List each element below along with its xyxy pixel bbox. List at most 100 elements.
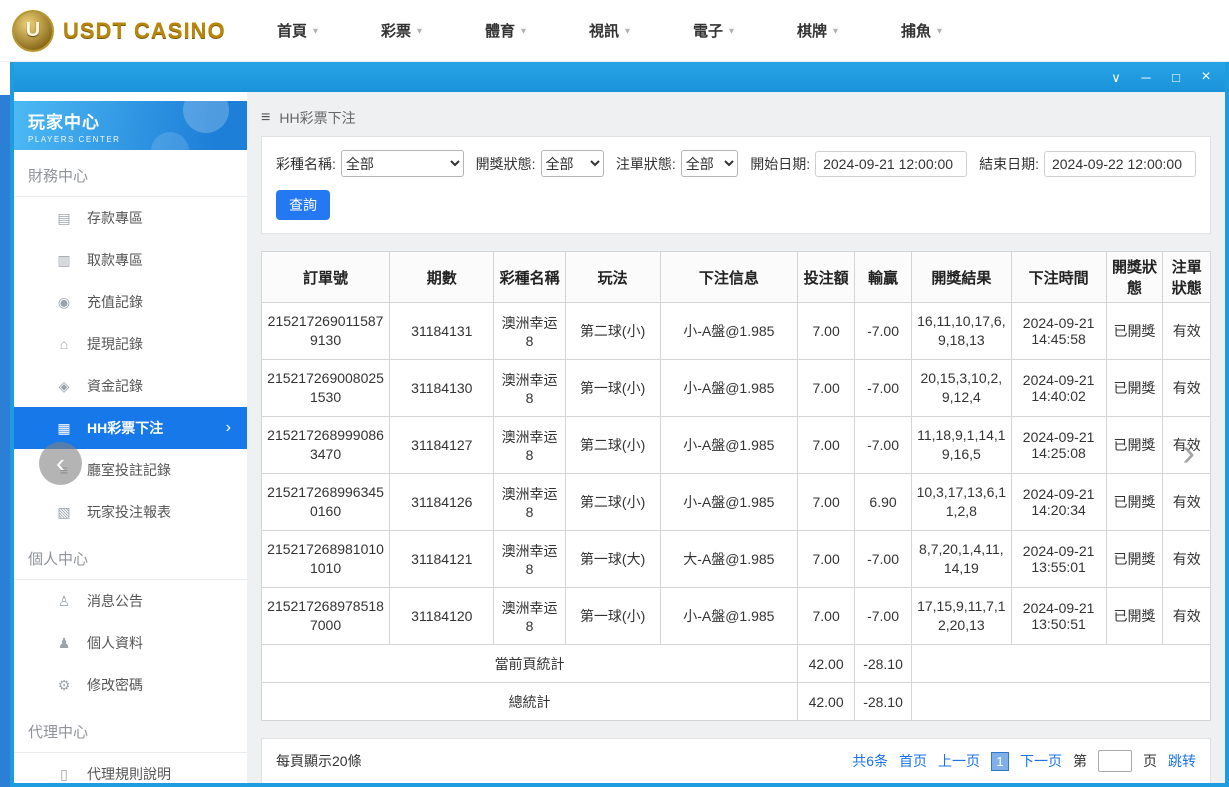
sidebar-item-label: 消息公告: [87, 593, 143, 609]
cell-col-2: 澳洲幸运8: [493, 473, 566, 531]
cell-col-5: 7.00: [797, 587, 856, 645]
cell-col-0: 2152172689990863470: [260, 416, 391, 474]
cell-col-6: -7.00: [854, 416, 913, 474]
sidebar-item-profile[interactable]: ♟ 個人資料: [14, 622, 247, 664]
nav-item-slots[interactable]: 電子 ▾: [693, 20, 797, 41]
menu-toggle-icon[interactable]: ≡: [261, 109, 270, 127]
total-count-label: 共6条: [852, 753, 888, 769]
cell-col-8: 2024-09-21 14:20:34: [1010, 473, 1107, 531]
cell-col-0: 2152172689963450160: [260, 473, 391, 531]
filter-row: 彩種名稱: 全部 開獎狀態: 全部 注單狀態: 全部 開始日期: 結束日期:: [276, 150, 1196, 177]
cell-col-5: 7.00: [797, 473, 856, 531]
goto-page-prefix: 第: [1073, 753, 1087, 769]
current-page-indicator[interactable]: 1: [991, 751, 1009, 771]
cell-col-5: 7.00: [797, 302, 856, 360]
column-header-3: 玩法: [564, 251, 661, 303]
cell-col-3: 第一球(大): [564, 530, 661, 588]
nav-item-fishing[interactable]: 捕魚 ▾: [901, 20, 1005, 41]
page-jump-input[interactable]: [1098, 750, 1132, 772]
sidebar-item-label: 充值記錄: [87, 294, 143, 310]
password-gear-icon: ⚙: [57, 676, 71, 693]
table-header-row: 訂單號 期數 彩種名稱 玩法 下注信息 投注額 輸贏 開獎結果 下注時間 開獎狀態 注單狀態: [260, 251, 1211, 303]
chevron-down-icon: ▾: [625, 26, 631, 37]
nav-item-lottery[interactable]: 彩票 ▾: [381, 20, 485, 41]
window-close-button[interactable]: ×: [1199, 69, 1213, 85]
draw-status-select[interactable]: 全部: [540, 150, 604, 177]
column-header-10: 注單狀態: [1162, 251, 1211, 303]
sidebar-item-recharge-record[interactable]: ◉ 充值記錄: [14, 281, 247, 323]
nav-item-home[interactable]: 首頁 ▾: [277, 20, 381, 41]
withdraw-card-icon: ▥: [57, 251, 71, 268]
window-minimize-button[interactable]: ─: [1139, 71, 1153, 84]
order-status-filter-label: 注單狀態:: [615, 155, 676, 172]
cell-col-1: 31184131: [389, 302, 495, 360]
jump-button[interactable]: 跳转: [1168, 751, 1196, 771]
chevron-down-icon: ▾: [833, 26, 839, 37]
sidebar-item-label: 代理規則說明: [87, 766, 171, 782]
carousel-left-arrow[interactable]: ‹: [39, 442, 82, 485]
sidebar-item-announcements[interactable]: ♙ 消息公告: [14, 580, 247, 622]
column-header-0: 訂單號: [260, 251, 391, 303]
sidebar-item-funds-record[interactable]: ◈ 資金記錄: [14, 365, 247, 407]
cell-col-3: 第二球(小): [564, 302, 661, 360]
column-header-8: 下注時間: [1010, 251, 1107, 303]
start-date-input[interactable]: [815, 150, 968, 177]
first-page-link[interactable]: 首页: [899, 751, 927, 771]
cell-col-7: 20,15,3,10,2,9,12,4: [911, 359, 1012, 417]
table-row: 2152172689990863470 31184127 澳洲幸运8 第二球(小) 小-…: [260, 416, 1211, 474]
logo-icon: U: [12, 9, 54, 52]
sidebar-item-agent-rules[interactable]: ▯ 代理規則說明: [14, 753, 247, 783]
cell-col-3: 第一球(小): [564, 359, 661, 417]
column-header-5: 投注額: [797, 251, 856, 303]
cell-col-10: 有效: [1162, 359, 1211, 417]
draw-status-filter-label: 開獎狀態:: [475, 155, 536, 172]
summary-row-0: 當前頁統計 42.00 -28.10: [260, 644, 1211, 683]
column-header-1: 期數: [389, 251, 495, 303]
lottery-select[interactable]: 全部: [340, 150, 464, 177]
carousel-right-arrow[interactable]: ›: [1182, 434, 1195, 472]
main-menu: 首頁 ▾ 彩票 ▾ 體育 ▾ 視訊 ▾ 電子 ▾ 棋牌 ▾ 捕魚 ▾: [252, 20, 1005, 41]
nav-item-sports[interactable]: 體育 ▾: [485, 20, 589, 41]
cell-col-9: 已開獎: [1105, 359, 1164, 417]
order-status-select[interactable]: 全部: [680, 150, 739, 177]
window-collapse-button[interactable]: ∨: [1109, 71, 1123, 84]
cell-col-3: 第二球(小): [564, 473, 661, 531]
sidebar-item-deposit-zone[interactable]: ▤ 存款專區: [14, 197, 247, 239]
cell-col-6: 6.90: [854, 473, 913, 531]
cell-col-2: 澳洲幸运8: [493, 530, 566, 588]
cell-col-7: 8,7,20,1,4,11,14,19: [911, 530, 1012, 588]
window-maximize-button[interactable]: □: [1169, 71, 1183, 84]
sidebar-title: 玩家中心: [28, 113, 100, 132]
cell-col-9: 已開獎: [1105, 530, 1164, 588]
sidebar-item-hh-lottery-bets[interactable]: ▦ HH彩票下注 ›: [14, 407, 247, 449]
cell-col-7: 17,15,9,11,7,12,20,13: [911, 587, 1012, 645]
announcement-bell-icon: ♙: [57, 592, 71, 609]
prev-page-link[interactable]: 上一页: [938, 751, 980, 771]
cell-col-1: 31184127: [389, 416, 495, 474]
cell-col-8: 2024-09-21 14:25:08: [1010, 416, 1107, 474]
search-button[interactable]: 查詢: [276, 190, 330, 220]
pagination: 共6条 首页 上一页 1 下一页 第 页 跳转: [852, 750, 1196, 772]
chevron-down-icon: ▾: [417, 26, 423, 37]
sidebar-item-withdraw-zone[interactable]: ▥ 取款專區: [14, 239, 247, 281]
sidebar-item-change-password[interactable]: ⚙ 修改密碼: [14, 664, 247, 706]
cell-col-5: 7.00: [797, 416, 856, 474]
window-titlebar: ∨ ─ □ ×: [14, 62, 1225, 92]
cell-col-8: 2024-09-21 14:40:02: [1010, 359, 1107, 417]
cell-col-0: 2152172690115879130: [260, 302, 391, 360]
lottery-grid-icon: ▦: [57, 419, 71, 436]
nav-item-label: 棋牌: [797, 23, 828, 40]
cell-col-8: 2024-09-21 14:45:58: [1010, 302, 1107, 360]
column-header-7: 開獎結果: [911, 251, 1012, 303]
site-logo[interactable]: U USDT CASINO: [12, 9, 252, 52]
cell-col-1: 31184121: [389, 530, 495, 588]
end-date-input[interactable]: [1043, 150, 1196, 177]
chevron-down-icon: ▾: [521, 26, 527, 37]
sidebar-item-cashout-record[interactable]: ⌂ 提現記錄: [14, 323, 247, 365]
window-body: 玩家中心 PLAYERS CENTER 財務中心 ▤ 存款專區 ▥ 取款專區 ◉ 充值記錄 ⌂…: [14, 92, 1225, 783]
next-page-link[interactable]: 下一页: [1020, 751, 1062, 771]
nav-item-chess[interactable]: 棋牌 ▾: [797, 20, 901, 41]
sidebar-item-player-bet-report[interactable]: ▧ 玩家投注報表: [14, 491, 247, 533]
players-center-header: 玩家中心 PLAYERS CENTER: [14, 101, 247, 150]
nav-item-video[interactable]: 視訊 ▾: [589, 20, 693, 41]
